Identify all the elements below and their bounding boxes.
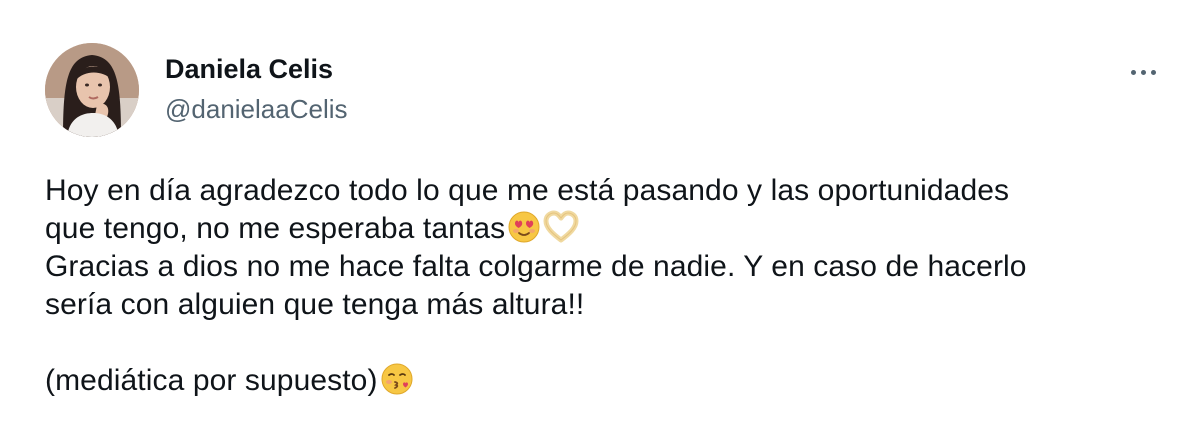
tweet-card: Daniela Celis @danielaaCelis Hoy en día … [0,0,1200,426]
avatar-image [45,43,139,137]
author-name[interactable]: Daniela Celis [165,52,333,86]
more-dot [1150,69,1156,75]
tweet-text: Hoy en día agradezco todo lo que me está… [45,172,1165,400]
tweet-line-with-emoji: (mediática por supuesto) [45,362,1165,400]
tweet-line: Hoy en día agradezco todo lo que me está… [45,174,1010,207]
more-options-icon[interactable] [1118,55,1168,89]
face-blowing-kiss-emoji-icon [380,362,414,406]
avatar[interactable] [45,43,139,137]
tweet-line-with-emoji: que tengo, no me esperaba tantas [45,210,1165,248]
tweet-line: que tengo, no me esperaba tantas [45,212,506,245]
tweet-line: sería con alguien que tenga más altura!! [45,288,585,321]
author-handle[interactable]: @danielaaCelis [165,92,348,126]
more-dot [1140,69,1146,75]
tweet-line: Gracias a dios no me hace falta colgarme… [45,250,1027,283]
more-dot [1130,69,1136,75]
tweet-line: (mediática por supuesto) [45,364,378,397]
